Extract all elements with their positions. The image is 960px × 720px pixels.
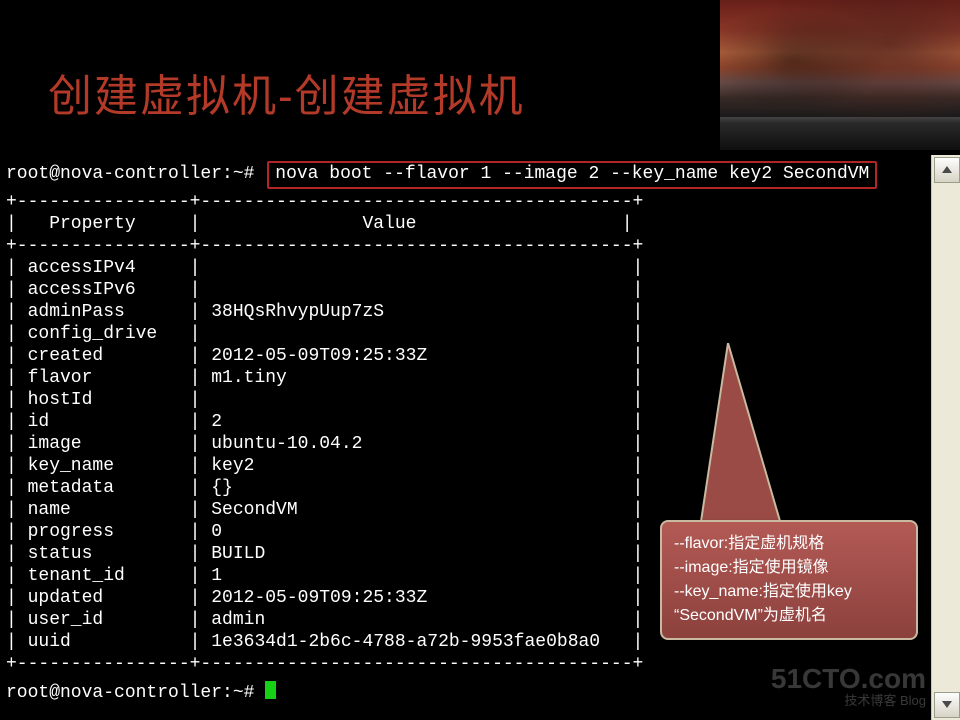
terminal-container: root@nova-controller:~# nova boot --flav…	[0, 155, 960, 720]
command-highlight: nova boot --flavor 1 --image 2 --key_nam…	[267, 161, 877, 189]
callout-line: --key_name:指定使用key	[674, 580, 904, 604]
callout-line: “SecondVM”为虚机名	[674, 604, 904, 628]
annotation-callout: --flavor:指定虚机规格 --image:指定使用镜像 --key_nam…	[660, 520, 918, 640]
callout-line: --image:指定使用镜像	[674, 556, 904, 580]
chevron-down-icon	[942, 701, 952, 708]
header-image	[716, 0, 960, 150]
shell-prompt: root@nova-controller:~#	[6, 683, 254, 703]
chevron-up-icon	[942, 166, 952, 173]
scrollbar[interactable]	[931, 155, 960, 720]
callout-pointer	[700, 343, 790, 533]
prompt-line-1: root@nova-controller:~# nova boot --flav…	[6, 161, 932, 189]
scroll-up-button[interactable]	[934, 157, 960, 183]
callout-line: --flavor:指定虚机规格	[674, 532, 904, 556]
shell-prompt: root@nova-controller:~#	[6, 164, 254, 184]
scroll-down-button[interactable]	[934, 692, 960, 718]
slide-title: 创建虚拟机-创建虚拟机	[48, 60, 525, 124]
cursor-block	[265, 681, 276, 699]
watermark: 51CTO.com 技术博客 Blog	[771, 668, 926, 712]
